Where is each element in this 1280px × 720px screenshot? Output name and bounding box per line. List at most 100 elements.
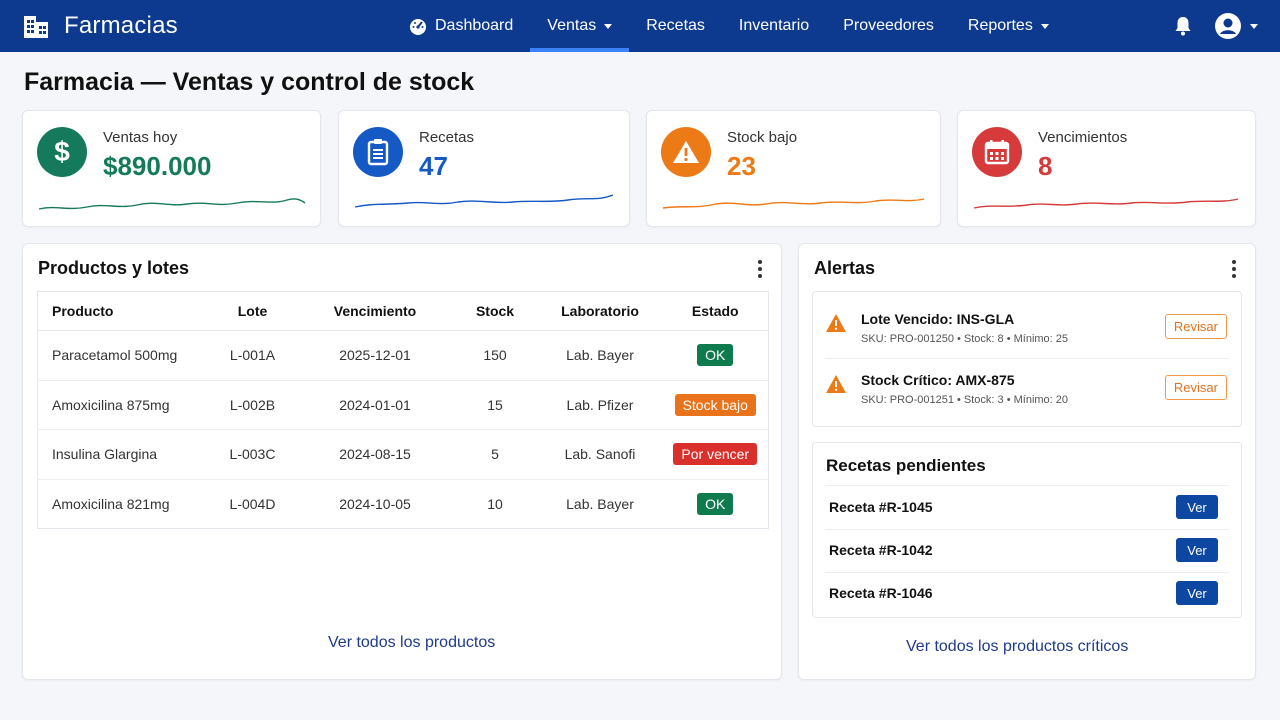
- prescription-item[interactable]: Receta #R-1045 Ver: [813, 486, 1241, 529]
- cell-estado: OK: [662, 330, 769, 381]
- prescription-item[interactable]: Receta #R-1042 Ver: [813, 529, 1241, 572]
- nav-dashboard-label: Dashboard: [435, 17, 514, 34]
- svg-text:$: $: [54, 137, 70, 167]
- table-row[interactable]: Insulina Glargina L-003C 2024-08-15 5 La…: [37, 429, 769, 480]
- status-badge: Por vencer: [673, 443, 758, 466]
- cell-vencimiento: 2024-08-15: [297, 429, 453, 480]
- alert-title: Lote Vencido: INS-GLA: [861, 311, 1015, 327]
- nav-reportes[interactable]: Reportes: [951, 0, 1066, 52]
- table-row[interactable]: Amoxicilina 875mg L-002B 2024-01-01 15 L…: [37, 380, 769, 430]
- kpi-stock-bajo: Stock bajo 23: [646, 110, 941, 227]
- kpi-label: Stock bajo: [727, 129, 798, 146]
- cell-lote: L-003C: [207, 429, 298, 480]
- pending-prescriptions-title: Recetas pendientes: [826, 456, 986, 475]
- nav-ventas-label: Ventas: [547, 17, 597, 34]
- sparkline: [38, 198, 306, 210]
- view-all-products-link[interactable]: Ver todos los productos: [328, 634, 495, 652]
- cell-estado: Stock bajo: [662, 380, 769, 430]
- view-prescription-button[interactable]: Ver: [1176, 495, 1218, 519]
- nav-ventas[interactable]: Ventas: [530, 0, 630, 52]
- cell-estado: OK: [663, 479, 769, 529]
- building-icon: [24, 16, 48, 38]
- kpi-value: $890.000: [103, 151, 212, 181]
- calendar-icon: [972, 127, 1022, 177]
- chevron-down-icon: [1250, 23, 1258, 29]
- cell-stock: 15: [452, 380, 538, 430]
- prescription-label: Receta #R-1046: [829, 585, 933, 601]
- cell-laboratorio: Lab. Sanofi: [537, 429, 663, 480]
- page-title: Farmacia — Ventas y control de stock: [24, 68, 475, 96]
- nav-reportes-label: Reportes: [967, 17, 1033, 34]
- status-badge: Stock bajo: [674, 393, 756, 416]
- column-header[interactable]: Producto: [37, 291, 208, 331]
- alerts-panel-title: Alertas: [814, 258, 876, 278]
- column-header[interactable]: Estado: [662, 291, 769, 331]
- alert-item[interactable]: Stock Crítico: AMX-875 SKU: PRO-001251 •…: [813, 358, 1241, 418]
- table-row[interactable]: Amoxicilina 821mg L-004D 2024-10-05 10 L…: [38, 479, 769, 529]
- nav-recetas[interactable]: Recetas: [629, 0, 722, 52]
- speedometer-icon: [409, 17, 427, 35]
- kpi-value: 47: [419, 151, 448, 181]
- kpi-label: Ventas hoy: [103, 129, 178, 146]
- user-menu[interactable]: [1214, 12, 1258, 40]
- alert-item[interactable]: Lote Vencido: INS-GLA SKU: PRO-001250 • …: [813, 297, 1241, 357]
- cell-vencimiento: 2024-10-05: [339, 495, 411, 512]
- nav-dashboard[interactable]: Dashboard: [392, 0, 530, 52]
- sparkline: [354, 194, 614, 208]
- nav-inventario[interactable]: Inventario: [722, 0, 826, 52]
- alert-meta: SKU: PRO-001250 • Stock: 8 • Mínimo: 25: [861, 333, 1069, 345]
- review-button[interactable]: Revisar: [1164, 314, 1227, 339]
- column-header[interactable]: Stock: [452, 291, 538, 331]
- cell-lote: L-004D: [229, 495, 276, 512]
- cell-stock: 10: [487, 495, 503, 512]
- nav-proveedores[interactable]: Proveedores: [826, 0, 951, 52]
- table-row[interactable]: Paracetamol 500mg L-001A 2025-12-01 150 …: [37, 330, 769, 381]
- nav-inventario-label: Inventario: [738, 17, 810, 34]
- status-badge: OK: [697, 492, 734, 515]
- chevron-down-icon: [604, 23, 613, 29]
- kpi-value: 8: [1038, 151, 1053, 181]
- cell-estado: Por vencer: [662, 429, 769, 480]
- alert-meta: SKU: PRO-001251 • Stock: 3 • Mínimo: 20: [861, 394, 1069, 406]
- app-name: Farmacias: [64, 12, 178, 39]
- chevron-down-icon: [1040, 23, 1049, 29]
- column-header[interactable]: Laboratorio: [537, 291, 663, 331]
- view-critical-products-link[interactable]: Ver todos los productos críticos: [906, 638, 1128, 656]
- view-prescription-button[interactable]: Ver: [1176, 538, 1218, 562]
- cell-producto: Insulina Glargina: [37, 429, 208, 480]
- alerts-list: Lote Vencido: INS-GLA SKU: PRO-001250 • …: [812, 291, 1242, 427]
- user-avatar-icon: [1215, 13, 1241, 39]
- kpi-label: Vencimientos: [1038, 129, 1128, 146]
- products-panel-title: Productos y lotes: [38, 258, 190, 278]
- nav-recetas-label: Recetas: [646, 17, 705, 34]
- cell-vencimiento: 2024-01-01: [297, 380, 453, 430]
- prescription-label: Receta #R-1045: [829, 499, 933, 515]
- sparkline: [973, 198, 1239, 209]
- sparkline: [662, 198, 925, 209]
- products-table: Producto Lote Vencimiento Stock Laborato…: [37, 291, 769, 529]
- cell-lote: L-002B: [207, 380, 298, 430]
- view-prescription-button[interactable]: Ver: [1176, 581, 1218, 605]
- column-header[interactable]: Lote: [207, 291, 298, 331]
- cell-laboratorio: Lab. Bayer: [566, 495, 634, 512]
- kebab-menu-icon[interactable]: [1231, 260, 1237, 278]
- warning-icon: [826, 314, 846, 332]
- nav-proveedores-label: Proveedores: [843, 17, 934, 34]
- prescription-item[interactable]: Receta #R-1046 Ver: [813, 572, 1241, 615]
- clipboard-icon: [353, 127, 403, 177]
- top-navbar: Farmacias Dashboard Ventas Recetas Inven…: [0, 0, 1280, 52]
- kpi-label: Recetas: [419, 129, 475, 146]
- cell-stock: 150: [452, 330, 538, 381]
- pending-prescriptions: Recetas pendientes Receta #R-1045 Ver Re…: [812, 442, 1242, 618]
- column-header[interactable]: Vencimiento: [297, 291, 453, 331]
- cell-laboratorio: Lab. Bayer: [537, 330, 663, 381]
- alert-title: Stock Crítico: AMX-875: [861, 372, 1015, 388]
- dollar-icon: $: [37, 127, 87, 177]
- cell-laboratorio: Lab. Pfizer: [537, 380, 663, 430]
- cell-producto: Amoxicilina 821mg: [52, 495, 170, 512]
- kebab-menu-icon[interactable]: [757, 260, 763, 278]
- bell-icon[interactable]: [1174, 16, 1192, 36]
- brand[interactable]: Farmacias: [22, 0, 178, 52]
- warning-icon: [826, 375, 846, 393]
- review-button[interactable]: Revisar: [1164, 375, 1227, 400]
